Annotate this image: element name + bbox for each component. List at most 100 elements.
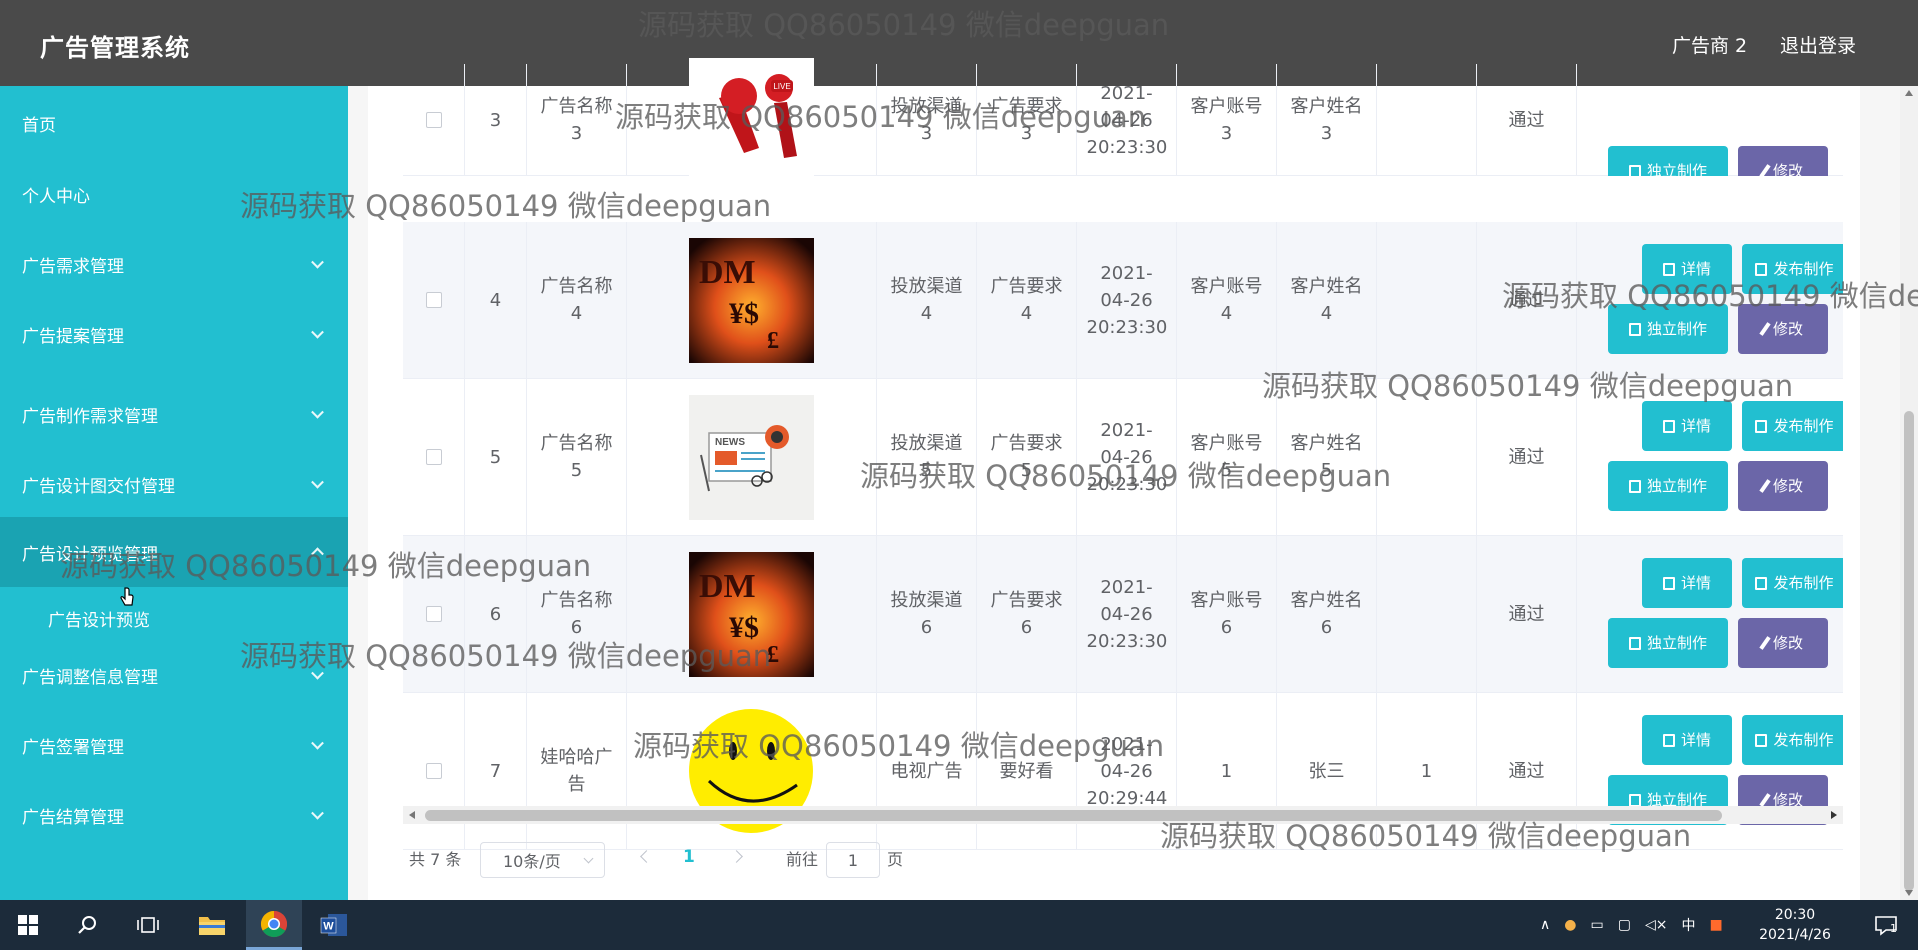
news-paper-image[interactable]: NEWS: [689, 394, 814, 520]
notification-button[interactable]: 1: [1858, 900, 1914, 950]
battery-icon[interactable]: ▭: [1590, 917, 1603, 933]
sidebar-item-label: 广告设计图交付管理: [22, 476, 175, 497]
cell-text: 2021-04-26 20:23:30: [1086, 262, 1168, 338]
row-checkbox[interactable]: [425, 449, 442, 465]
detail-button[interactable]: 详情: [1642, 558, 1732, 608]
chrome-icon: [260, 910, 288, 937]
sidebar-subitem-label: 广告设计预览: [48, 610, 150, 631]
detail-button[interactable]: 详情: [1642, 244, 1732, 294]
qq-icon[interactable]: ●: [1564, 917, 1576, 933]
cell-index: 3: [465, 64, 527, 176]
chrome-button[interactable]: [246, 900, 302, 950]
scroll-up-icon[interactable]: [1905, 90, 1913, 96]
scroll-down-icon[interactable]: [1905, 890, 1913, 896]
table-row: 6 广告名称6 DM ¥$ £ 投放渠道6 广告要求6 2021-04-26 20:23:30…: [403, 536, 1843, 693]
edit-button[interactable]: 修改: [1738, 461, 1828, 511]
scrollbar-thumb[interactable]: [425, 810, 1722, 821]
sidebar-item-demand[interactable]: 广告需求管理: [0, 233, 348, 295]
independent-production-button[interactable]: 独立制作: [1608, 618, 1728, 668]
antivirus-icon[interactable]: ■: [1709, 917, 1722, 933]
svg-text:¥$: ¥$: [729, 611, 759, 644]
ad-image-cell: LIVE: [627, 57, 877, 183]
button-label: 详情: [1680, 573, 1711, 592]
page-number-current[interactable]: 1: [683, 847, 695, 867]
cell-account: 客户账号6: [1177, 536, 1277, 692]
task-view-button[interactable]: [120, 900, 176, 950]
button-label: 修改: [1772, 633, 1803, 652]
file-explorer-button[interactable]: [184, 900, 240, 950]
cell-customer: 客户姓名4: [1277, 222, 1377, 378]
cell-text: 3: [489, 109, 502, 131]
cell-text: 客户姓名4: [1290, 276, 1363, 324]
ime-indicator[interactable]: 中: [1681, 915, 1695, 935]
row-checkbox[interactable]: [425, 606, 442, 622]
cell-customer: 客户姓名5: [1277, 379, 1377, 535]
ad-image-cell: DM ¥$ £: [627, 222, 877, 378]
page-vertical-scrollbar[interactable]: [1900, 86, 1918, 900]
page-suffix: 页: [887, 850, 904, 869]
sidebar-subitem-design-preview[interactable]: 广告设计预览: [0, 592, 348, 644]
cell-text: 2021-04-26 20:23:30: [1086, 419, 1168, 495]
sidebar-item-profile[interactable]: 个人中心: [0, 163, 348, 225]
live-microphone-image[interactable]: LIVE: [689, 57, 814, 183]
row-checkbox-cell: [403, 536, 465, 692]
edit-button[interactable]: 修改: [1738, 146, 1828, 176]
publish-production-button[interactable]: 发布制作: [1742, 715, 1843, 765]
cell-text: 5: [489, 446, 502, 468]
sidebar-item-label: 广告签署管理: [22, 737, 124, 758]
current-user[interactable]: 广告商 2: [1672, 31, 1747, 58]
table-row: 3 广告名称3 LIVE 投放渠道3 广告要求3 2021-04-26 20:23:30 客…: [403, 57, 1843, 183]
independent-production-button[interactable]: 独立制作: [1608, 304, 1728, 354]
cell-time: 2021-04-26 20:23:30: [1077, 536, 1177, 692]
goto-page-input[interactable]: 1: [826, 842, 880, 878]
row-checkbox[interactable]: [425, 763, 442, 779]
scroll-left-icon[interactable]: [409, 811, 415, 819]
svg-text:DM: DM: [699, 254, 756, 291]
sidebar-item-home[interactable]: 首页: [0, 92, 348, 154]
sidebar-item-production-demand[interactable]: 广告制作需求管理: [0, 383, 348, 445]
dm-money-fire-image[interactable]: DM ¥$ £: [689, 551, 814, 677]
cell-text: 客户账号5: [1190, 433, 1263, 481]
independent-production-button[interactable]: 独立制作: [1608, 461, 1728, 511]
scroll-right-icon[interactable]: [1831, 811, 1837, 819]
sidebar-item-settlement[interactable]: 广告结算管理: [0, 784, 348, 846]
network-icon[interactable]: ▢: [1618, 917, 1631, 933]
row-checkbox[interactable]: [425, 292, 442, 308]
cell-extra: [1377, 379, 1477, 535]
publish-production-button[interactable]: 发布制作: [1742, 558, 1843, 608]
independent-production-button[interactable]: 独立制作: [1608, 146, 1728, 176]
table-horizontal-scrollbar[interactable]: [403, 806, 1843, 824]
cell-text: 客户姓名6: [1290, 590, 1363, 638]
cell-requirement: 广告要求3: [977, 64, 1077, 176]
svg-text:LIVE: LIVE: [773, 82, 790, 91]
search-button[interactable]: [60, 900, 116, 950]
scrollbar-thumb[interactable]: [1904, 411, 1914, 891]
sidebar-item-proposal[interactable]: 广告提案管理: [0, 303, 348, 365]
cell-channel: 投放渠道3: [877, 64, 977, 176]
button-label: 发布制作: [1773, 730, 1834, 749]
cell-text: 7: [489, 760, 502, 782]
page-size-select[interactable]: 10条/页: [480, 842, 605, 878]
system-clock[interactable]: 20:30 2021/4/26: [1750, 905, 1840, 945]
row-checkbox[interactable]: [425, 112, 442, 128]
start-button[interactable]: [0, 900, 56, 950]
dm-money-fire-image[interactable]: DM ¥$ £: [689, 237, 814, 363]
chevron-up-icon[interactable]: ∧: [1540, 917, 1550, 933]
edit-button[interactable]: 修改: [1738, 304, 1828, 354]
logout-button[interactable]: 退出登录: [1780, 31, 1856, 58]
edit-button[interactable]: 修改: [1738, 618, 1828, 668]
word-button[interactable]: W: [306, 900, 362, 950]
button-label: 独立制作: [1646, 161, 1707, 177]
sidebar-item-design-preview[interactable]: 广告设计预览管理: [0, 517, 348, 587]
detail-button[interactable]: 详情: [1642, 401, 1732, 451]
svg-text:NEWS: NEWS: [715, 437, 745, 448]
document-icon: [1628, 793, 1641, 807]
detail-button[interactable]: 详情: [1642, 715, 1732, 765]
sidebar-item-design-delivery[interactable]: 广告设计图交付管理: [0, 453, 348, 515]
sidebar-item-adjustment[interactable]: 广告调整信息管理: [0, 644, 348, 706]
publish-production-button[interactable]: 发布制作: [1742, 244, 1843, 294]
sidebar-item-signing[interactable]: 广告签署管理: [0, 714, 348, 776]
volume-muted-icon[interactable]: ◁×: [1645, 917, 1668, 933]
publish-production-button[interactable]: 发布制作: [1742, 401, 1843, 451]
document-icon: [1662, 733, 1675, 747]
